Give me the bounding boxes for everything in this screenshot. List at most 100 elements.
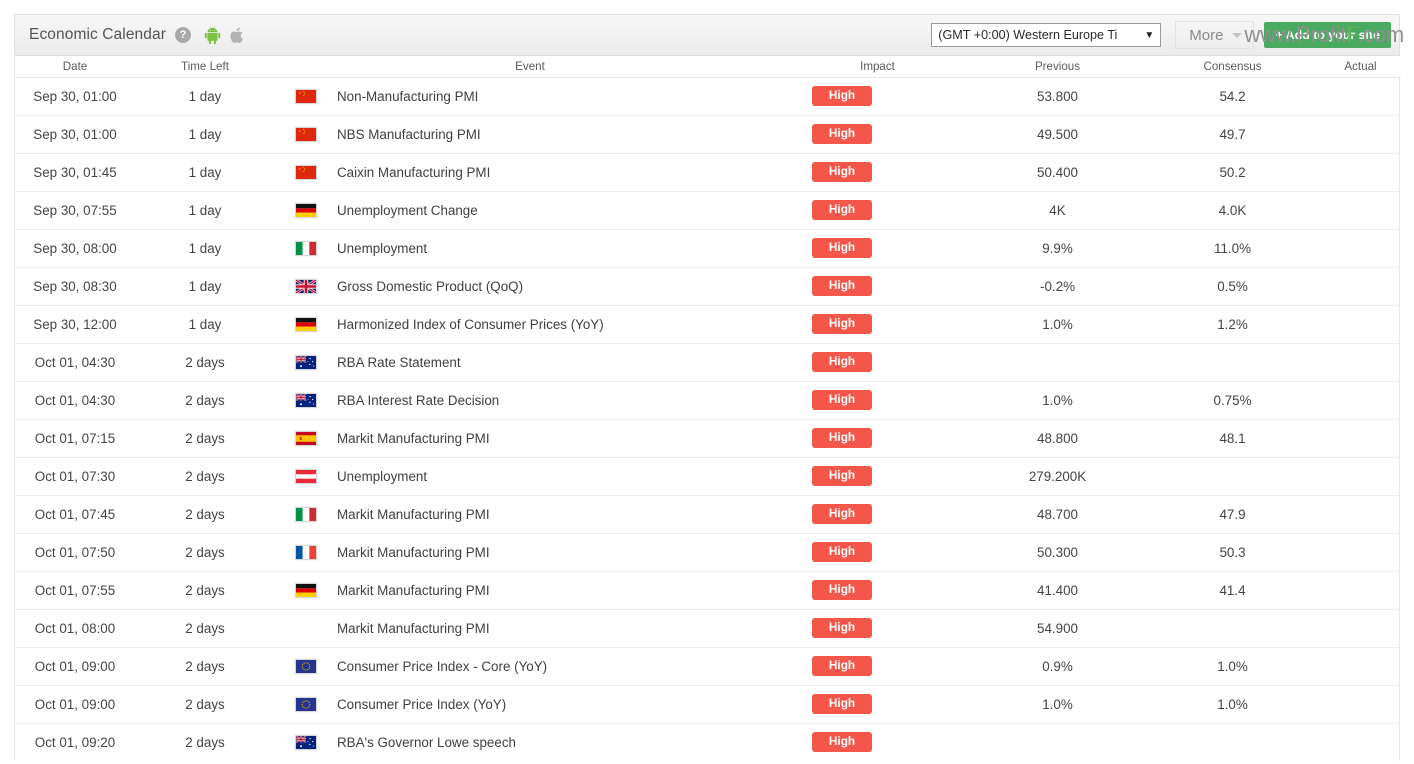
- cell-consensus: 1.2%: [1145, 305, 1320, 344]
- column-header-actual[interactable]: Actual: [1320, 56, 1401, 78]
- event-name[interactable]: Markit Manufacturing PMI: [337, 545, 490, 560]
- cell-previous: 48.700: [970, 495, 1145, 534]
- cell-consensus: 54.2: [1145, 77, 1320, 116]
- cell-event: Non-Manufacturing PMI: [275, 77, 785, 116]
- impact-badge[interactable]: High: [812, 238, 872, 258]
- impact-badge[interactable]: High: [812, 542, 872, 562]
- table-row[interactable]: Oct 01, 07:30 2 days Unemployment High 279.2…: [15, 457, 1401, 496]
- table-row[interactable]: Sep 30, 12:00 1 day Harmonized Index of Co…: [15, 305, 1401, 344]
- table-row[interactable]: Oct 01, 07:55 2 days Markit Manufacturing …: [15, 571, 1401, 610]
- flag-icon-eu: [275, 696, 337, 712]
- timezone-select[interactable]: (GMT +0:00) Western Europe Ti ▼: [931, 23, 1162, 47]
- event-name[interactable]: Consumer Price Index (YoY): [337, 697, 506, 712]
- cell-event: Caixin Manufacturing PMI: [275, 153, 785, 192]
- column-header-previous[interactable]: Previous: [970, 56, 1145, 78]
- event-name[interactable]: Consumer Price Index - Core (YoY): [337, 659, 547, 674]
- event-name[interactable]: Markit Manufacturing PMI: [337, 583, 490, 598]
- impact-badge[interactable]: High: [812, 390, 872, 410]
- event-name[interactable]: Gross Domestic Product (QoQ): [337, 279, 523, 294]
- android-icon[interactable]: [203, 26, 222, 45]
- impact-badge[interactable]: High: [812, 580, 872, 600]
- event-name[interactable]: NBS Manufacturing PMI: [337, 127, 481, 142]
- column-header-event[interactable]: Event: [275, 56, 785, 78]
- flag-icon-eu: [275, 658, 337, 674]
- impact-badge[interactable]: High: [812, 276, 872, 296]
- table-row[interactable]: Oct 01, 07:15 2 days Markit Manufacturing …: [15, 419, 1401, 458]
- column-header-time-left[interactable]: Time Left: [135, 56, 275, 78]
- cell-actual: [1320, 647, 1401, 686]
- cell-event: Consumer Price Index - Core (YoY): [275, 647, 785, 686]
- event-name[interactable]: Unemployment Change: [337, 203, 478, 218]
- cell-impact: High: [785, 723, 970, 761]
- cell-event: Unemployment: [275, 229, 785, 268]
- event-name[interactable]: Non-Manufacturing PMI: [337, 89, 478, 104]
- cell-event: RBA Rate Statement: [275, 343, 785, 382]
- table-row[interactable]: Oct 01, 07:45 2 days Markit Manufacturing …: [15, 495, 1401, 534]
- table-row[interactable]: Sep 30, 08:30 1 day Gross Domestic Product…: [15, 267, 1401, 306]
- cell-event: Markit Manufacturing PMI: [275, 609, 785, 648]
- table-row[interactable]: Oct 01, 08:00 2 days Markit Manufacturing …: [15, 609, 1401, 648]
- impact-badge[interactable]: High: [812, 428, 872, 448]
- event-name[interactable]: Markit Manufacturing PMI: [337, 621, 490, 636]
- table-row[interactable]: Oct 01, 04:30 2 days RBA Interest Rate Dec…: [15, 381, 1401, 420]
- table-row[interactable]: Sep 30, 08:00 1 day Unemployment High 9.9% 11…: [15, 229, 1401, 268]
- impact-badge[interactable]: High: [812, 732, 872, 753]
- column-header-date[interactable]: Date: [15, 56, 135, 78]
- event-name[interactable]: Unemployment: [337, 241, 427, 256]
- impact-badge[interactable]: High: [812, 466, 872, 486]
- flag-icon-at: [275, 468, 337, 484]
- event-name[interactable]: RBA Interest Rate Decision: [337, 393, 499, 408]
- cell-consensus: 47.9: [1145, 495, 1320, 534]
- cell-impact: High: [785, 533, 970, 572]
- impact-badge[interactable]: High: [812, 314, 872, 334]
- cell-previous: 279.200K: [970, 457, 1145, 496]
- apple-icon[interactable]: [229, 26, 246, 45]
- cell-time-left: 1 day: [135, 191, 275, 230]
- table-row[interactable]: Sep 30, 07:55 1 day Unemployment Change Hig…: [15, 191, 1401, 230]
- flag-icon-it: [275, 240, 337, 256]
- impact-badge[interactable]: High: [812, 200, 872, 220]
- event-name[interactable]: Harmonized Index of Consumer Prices (YoY…: [337, 317, 604, 332]
- cell-consensus: [1145, 457, 1320, 496]
- add-to-your-site-button[interactable]: + Add to your site: [1264, 22, 1391, 48]
- event-name[interactable]: Unemployment: [337, 469, 427, 484]
- more-button[interactable]: More: [1175, 21, 1255, 49]
- table-row[interactable]: Oct 01, 07:50 2 days Markit Manufacturing …: [15, 533, 1401, 572]
- cell-date: Oct 01, 04:30: [15, 381, 135, 420]
- column-header-consensus[interactable]: Consensus: [1145, 56, 1320, 78]
- cell-date: Oct 01, 07:50: [15, 533, 135, 572]
- cell-actual: [1320, 723, 1401, 761]
- cell-time-left: 1 day: [135, 267, 275, 306]
- cell-date: Oct 01, 07:15: [15, 419, 135, 458]
- table-row[interactable]: Sep 30, 01:00 1 day Non-Manufacturing PMI H…: [15, 77, 1401, 116]
- table-row[interactable]: Oct 01, 09:20 2 days RBA's Governor Lowe s…: [15, 723, 1401, 761]
- table-row[interactable]: Oct 01, 09:00 2 days Consumer Price Index …: [15, 685, 1401, 724]
- impact-badge[interactable]: High: [812, 162, 872, 182]
- impact-badge[interactable]: High: [812, 352, 872, 372]
- table-row[interactable]: Sep 30, 01:00 1 day NBS Manufacturing PMI H…: [15, 115, 1401, 154]
- table-row[interactable]: Sep 30, 01:45 1 day Caixin Manufacturing P…: [15, 153, 1401, 192]
- cell-impact: High: [785, 191, 970, 230]
- impact-badge[interactable]: High: [812, 86, 872, 106]
- help-icon[interactable]: ?: [174, 27, 191, 43]
- cell-event: RBA's Governor Lowe speech: [275, 723, 785, 761]
- impact-badge[interactable]: High: [812, 694, 872, 714]
- event-name[interactable]: Markit Manufacturing PMI: [337, 507, 490, 522]
- event-name[interactable]: Caixin Manufacturing PMI: [337, 165, 490, 180]
- impact-badge[interactable]: High: [812, 504, 872, 524]
- table-row[interactable]: Oct 01, 09:00 2 days Consumer Price Index …: [15, 647, 1401, 686]
- impact-badge[interactable]: High: [812, 124, 872, 144]
- table-row[interactable]: Oct 01, 04:30 2 days RBA Rate Statement Hig…: [15, 343, 1401, 382]
- event-name[interactable]: Markit Manufacturing PMI: [337, 431, 490, 446]
- cell-actual: [1320, 381, 1401, 420]
- cell-previous: -0.2%: [970, 267, 1145, 306]
- event-name[interactable]: RBA's Governor Lowe speech: [337, 735, 516, 750]
- cell-impact: High: [785, 305, 970, 344]
- event-name[interactable]: RBA Rate Statement: [337, 355, 461, 370]
- impact-badge[interactable]: High: [812, 656, 872, 676]
- toolbar-actions: (GMT +0:00) Western Europe Ti ▼ More + A…: [931, 21, 1391, 49]
- column-header-impact[interactable]: Impact: [785, 56, 970, 78]
- impact-badge[interactable]: High: [812, 618, 872, 638]
- flag-icon-it: [275, 506, 337, 522]
- cell-consensus: [1145, 343, 1320, 382]
